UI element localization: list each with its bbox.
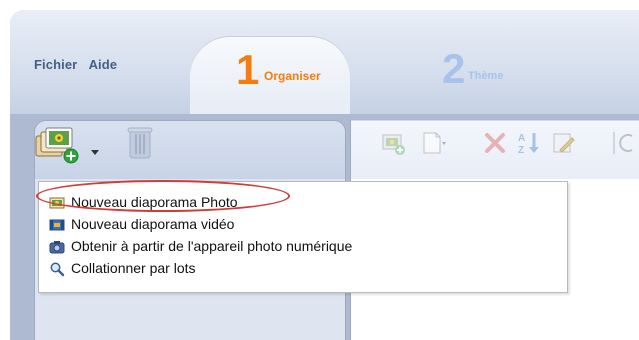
edit-icon[interactable] (550, 130, 576, 156)
menu-item-label: Nouveau diaporama vidéo (71, 216, 235, 232)
menu-fichier[interactable]: Fichier (34, 57, 77, 72)
sort-az-icon[interactable]: A Z (516, 130, 542, 156)
menu-aide[interactable]: Aide (89, 57, 118, 72)
photo-stack-add-icon[interactable] (34, 126, 80, 164)
svg-text:A: A (518, 133, 525, 144)
tab-theme[interactable]: 2 Thème (442, 48, 602, 98)
menu-item-label: Obtenir à partir de l'appareil photo num… (71, 238, 353, 254)
top-bar: Fichier Aide 1 Organiser 2 Thème (10, 10, 639, 117)
photo-slideshow-icon (49, 195, 65, 211)
tab-organiser-number: 1 (236, 46, 260, 93)
more-icon[interactable] (612, 130, 638, 156)
tab-organiser-label: Organiser (264, 69, 321, 83)
menu-item-new-photo-slideshow[interactable]: Nouveau diaporama Photo (39, 192, 567, 213)
svg-text:Z: Z (518, 145, 524, 156)
tab-theme-number: 2 (442, 45, 466, 92)
tab-theme-label: Thème (468, 70, 504, 82)
magnifier-icon (49, 261, 65, 277)
menu-bar: Fichier Aide (34, 57, 125, 72)
tab-organiser[interactable]: 1 Organiser (190, 37, 350, 117)
add-dropdown-menu: Nouveau diaporama Photo Nouveau diaporam… (38, 181, 568, 293)
delete-icon[interactable] (482, 130, 508, 156)
blank-page-dropdown-icon[interactable] (420, 130, 446, 156)
add-image-icon[interactable] (380, 130, 406, 156)
menu-item-from-digital-camera[interactable]: Obtenir à partir de l'appareil photo num… (39, 236, 567, 257)
menu-item-batch-collate[interactable]: Collationner par lots (39, 258, 567, 279)
menu-item-new-video-slideshow[interactable]: Nouveau diaporama vidéo (39, 214, 567, 235)
left-panel-toolbar (35, 121, 345, 179)
menu-item-label: Collationner par lots (71, 260, 196, 276)
trash-icon[interactable] (126, 124, 154, 160)
chevron-down-icon[interactable] (90, 142, 100, 155)
camera-icon (49, 239, 65, 255)
video-slideshow-icon (49, 217, 65, 233)
menu-item-label: Nouveau diaporama Photo (71, 194, 238, 210)
